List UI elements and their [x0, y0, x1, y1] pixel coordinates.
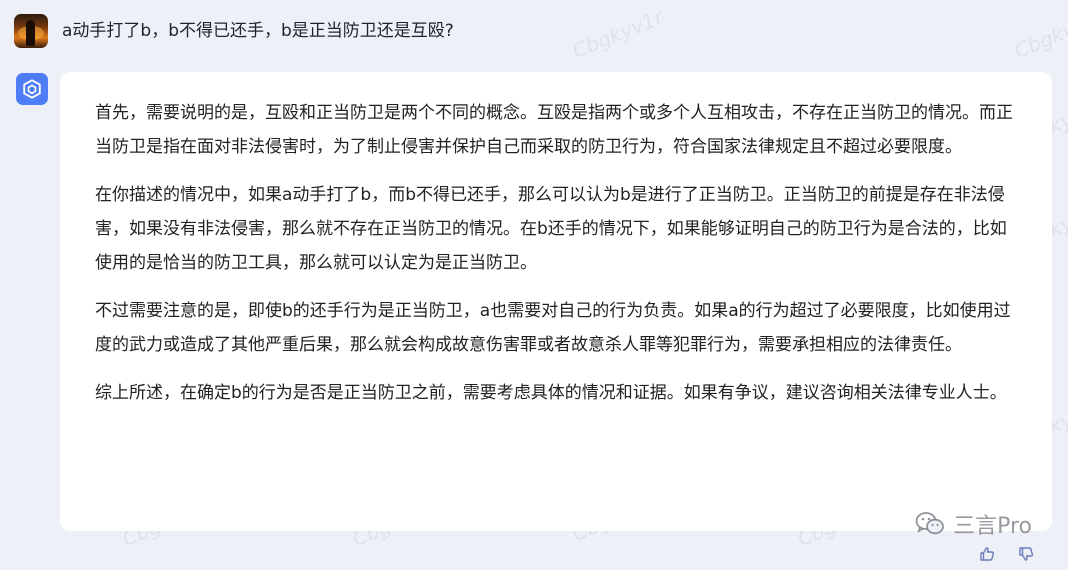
dislike-button[interactable]: [1015, 543, 1037, 565]
user-avatar: [14, 14, 48, 48]
wechat-icon: [915, 512, 944, 535]
brand-name: 三言Pro: [953, 514, 1032, 539]
user-question-text: a动手打了b，b不得已还手，b是正当防卫还是互殴?: [62, 21, 454, 41]
answer-paragraph: 首先，需要说明的是，互殴和正当防卫是两个不同的概念。互殴是指两个或多个人互相攻击…: [95, 103, 1013, 157]
bot-avatar: [16, 73, 48, 105]
like-button[interactable]: [976, 543, 998, 565]
user-message: a动手打了b，b不得已还手，b是正当防卫还是互殴?: [14, 14, 454, 48]
thumbs-up-icon: [980, 547, 995, 561]
answer-paragraph: 在你描述的情况中，如果a动手打了b，而b不得已还手，那么可以认为b是进行了正当防…: [95, 185, 1007, 273]
thumbs-down-icon: [1019, 547, 1034, 561]
watermark: Cbgkyv1r: [568, 4, 667, 64]
answer-paragraph: 综上所述，在确定b的行为是否是正当防卫之前，需要考虑具体的情况和证据。如果有争议…: [95, 383, 1007, 403]
watermark: Cbgkyv1r: [1010, 4, 1068, 64]
brand-watermark: 三言Pro: [915, 508, 1032, 540]
cube-logo-icon: [23, 79, 41, 99]
bot-answer-card: 首先，需要说明的是，互殴和正当防卫是两个不同的概念。互殴是指两个或多个人互相攻击…: [60, 72, 1052, 531]
answer-paragraph: 不过需要注意的是，即使b的还手行为是正当防卫，a也需要对自己的行为负责。如果a的…: [95, 301, 1011, 355]
chat-window: Cbgkyv1r Cbgkyv1r Cbgkyv1r Cbgkyv1r Cbgk…: [0, 0, 1068, 570]
